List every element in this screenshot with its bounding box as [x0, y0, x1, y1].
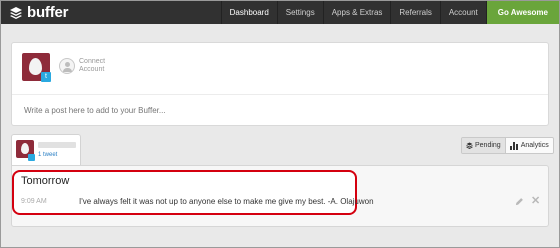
connect-account-label: Connect Account — [79, 58, 106, 73]
brand-name: buffer — [27, 4, 69, 21]
post-composer: t Connect Account — [11, 42, 549, 126]
analytics-button[interactable]: Analytics — [504, 138, 553, 153]
post-time: 9:09 AM — [21, 198, 47, 205]
nav-referrals[interactable]: Referrals — [390, 1, 439, 24]
blurred-profile-name — [38, 142, 76, 148]
edit-icon[interactable] — [515, 197, 524, 206]
close-icon[interactable]: ✕ — [531, 196, 540, 207]
stack-icon — [466, 142, 473, 149]
user-placeholder-icon — [59, 58, 75, 74]
egg-avatar-icon — [21, 143, 29, 154]
pending-button[interactable]: Pending — [462, 138, 505, 153]
twitter-icon — [28, 154, 35, 161]
tweet-count: 1 tweet — [38, 152, 58, 158]
go-awesome-button[interactable]: Go Awesome — [485, 1, 559, 24]
bar-chart-icon — [509, 141, 519, 150]
divider — [12, 94, 548, 95]
main-nav: Dashboard Settings Apps & Extras Referra… — [220, 1, 559, 24]
analytics-label: Analytics — [520, 142, 549, 149]
buffer-logo-icon — [10, 6, 22, 19]
top-navbar: buffer Dashboard Settings Apps & Extras … — [1, 1, 559, 24]
logo[interactable]: buffer — [9, 1, 68, 24]
pending-label: Pending — [475, 142, 501, 149]
post-input[interactable] — [24, 103, 534, 117]
connect-account-button[interactable]: Connect Account — [59, 58, 119, 74]
nav-apps-extras[interactable]: Apps & Extras — [322, 1, 391, 24]
nav-account[interactable]: Account — [439, 1, 486, 24]
day-heading: Tomorrow — [21, 175, 70, 187]
post-text: I've always felt it was not up to anyone… — [79, 197, 374, 206]
twitter-icon: t — [41, 72, 51, 82]
nav-dashboard[interactable]: Dashboard — [220, 1, 277, 24]
nav-settings[interactable]: Settings — [276, 1, 323, 24]
profile-tab[interactable]: 1 tweet — [11, 134, 81, 166]
view-toggle: Pending Analytics — [461, 137, 554, 154]
